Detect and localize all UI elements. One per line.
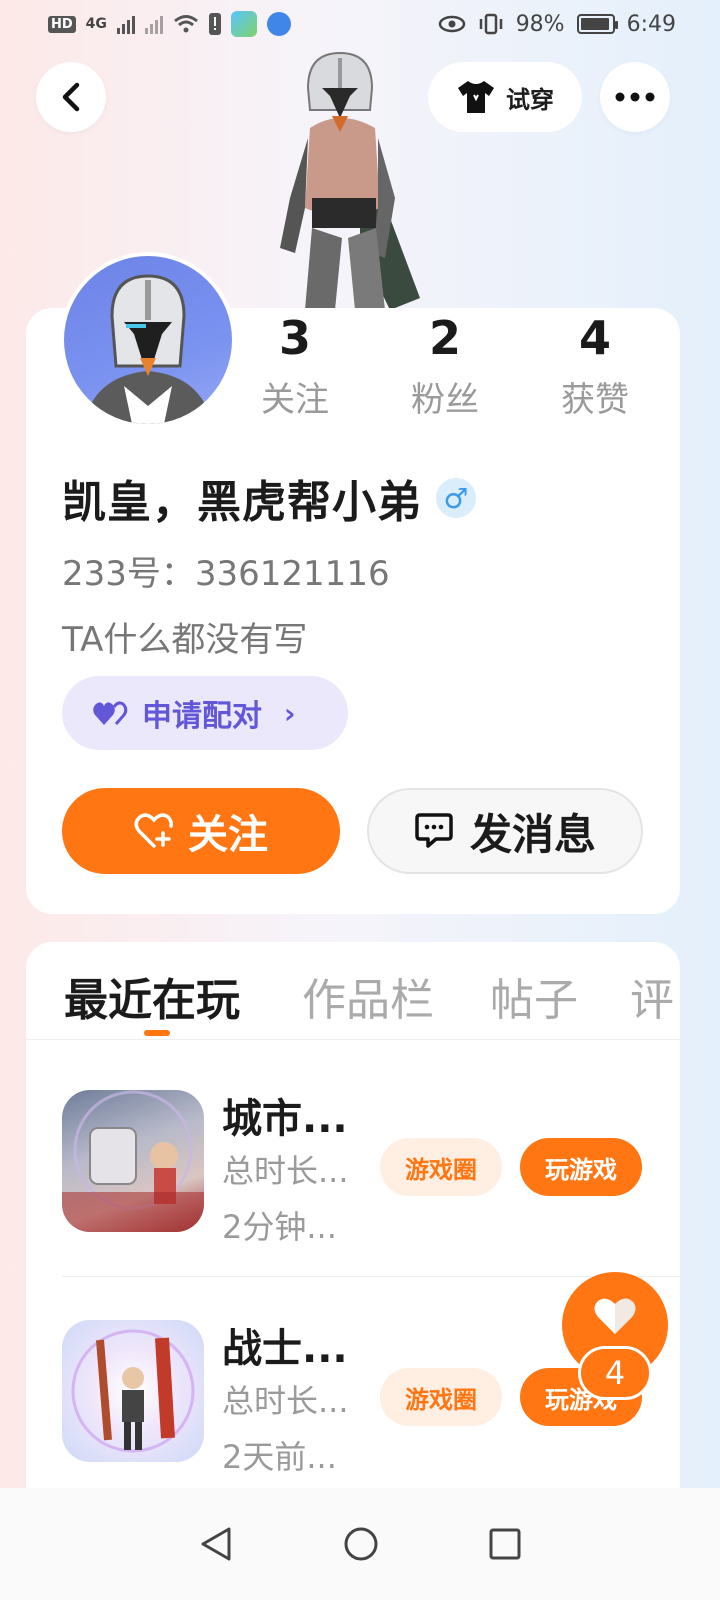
list-item[interactable]: 城市... 总时长... 2分钟... 游戏圈 玩游戏 <box>62 1090 680 1260</box>
back-button[interactable] <box>36 62 106 132</box>
eye-icon <box>438 15 465 33</box>
game-circle-button[interactable]: 游戏圈 <box>380 1138 502 1196</box>
fans-label: 粉丝 <box>411 380 479 420</box>
game-title: 战士... <box>222 1326 348 1372</box>
following-label: 关注 <box>261 380 329 420</box>
pair-label: 申请配对 <box>142 699 262 734</box>
user-id[interactable]: 233号：336121116 <box>62 546 390 595</box>
likes-label: 获赞 <box>561 380 629 420</box>
status-left: HD 4G <box>48 11 291 37</box>
nav-back-icon[interactable] <box>199 1526 233 1562</box>
game-circle-button[interactable]: 游戏圈 <box>380 1368 502 1426</box>
game-art-icon <box>71 1329 195 1453</box>
app-notification-icon <box>230 11 257 37</box>
nickname-row: 凯皇，黑虎帮小弟 ♂ <box>62 466 476 530</box>
tab-recent-play[interactable]: 最近在玩 <box>64 964 240 1028</box>
wifi-icon <box>173 15 198 33</box>
tab-works[interactable]: 作品栏 <box>302 964 434 1028</box>
back-arrow-icon <box>62 82 80 112</box>
nav-home-icon[interactable] <box>343 1526 379 1562</box>
tab-reviews[interactable]: 评 <box>630 964 674 1028</box>
stat-likes[interactable]: 4 获赞 <box>520 310 670 421</box>
stat-following[interactable]: 3 关注 <box>220 310 370 421</box>
follow-button[interactable]: 关注 <box>62 788 340 874</box>
more-button[interactable] <box>600 62 670 132</box>
message-label: 发消息 <box>469 809 596 859</box>
alert-icon <box>208 13 221 35</box>
pair-request-button[interactable]: 申请配对 › <box>62 676 348 750</box>
tab-bar: 最近在玩 作品栏 帖子 评 <box>26 942 680 1040</box>
heart-plus-icon <box>134 813 173 848</box>
more-dots-icon <box>615 92 655 102</box>
battery-icon <box>576 14 618 34</box>
avatar-character-icon <box>84 274 212 424</box>
vibrate-icon <box>479 13 502 35</box>
avatar-image <box>64 256 232 424</box>
game-thumbnail[interactable] <box>62 1320 204 1462</box>
content-card: 最近在玩 作品栏 帖子 评 城市... 总时长... 2分钟... 游戏圈 玩游… <box>26 942 680 1502</box>
character-illustration <box>280 51 420 310</box>
game-playtime-label: 总时长... <box>222 1382 349 1420</box>
network-type: 4G <box>85 16 107 32</box>
message-button[interactable]: 发消息 <box>367 788 643 874</box>
game-art-icon <box>62 1090 204 1232</box>
tshirt-icon <box>458 81 494 113</box>
double-heart-icon <box>93 701 128 725</box>
stat-fans[interactable]: 2 粉丝 <box>370 310 520 421</box>
status-bar: HD 4G 98% 6:49 <box>0 0 720 48</box>
heart-icon <box>594 1298 636 1334</box>
divider <box>62 1276 680 1277</box>
nav-recent-icon[interactable] <box>489 1528 521 1560</box>
game-playtime-value: 2分钟... <box>222 1208 337 1246</box>
likes-count: 4 <box>578 311 611 365</box>
stats-row: 3 关注 2 粉丝 4 获赞 <box>220 310 670 421</box>
tryon-label: 试穿 <box>506 85 554 114</box>
bio: TA什么都没有写 <box>62 620 308 660</box>
signal-icon <box>116 14 135 34</box>
fans-count: 2 <box>428 311 461 365</box>
chevron-right-icon: › <box>284 696 296 730</box>
like-count-badge: 4 <box>578 1346 652 1400</box>
system-nav-bar <box>0 1488 720 1600</box>
play-game-button[interactable]: 玩游戏 <box>520 1138 642 1196</box>
status-right: 98% 6:49 <box>438 12 676 37</box>
chat-bubble-icon <box>415 813 453 848</box>
tab-posts[interactable]: 帖子 <box>490 964 578 1028</box>
tryon-button[interactable]: 试穿 <box>428 62 582 132</box>
clock: 6:49 <box>626 11 676 37</box>
game-playtime-label: 总时长... <box>222 1152 349 1190</box>
male-gender-icon: ♂ <box>436 478 476 518</box>
nickname: 凯皇，黑虎帮小弟 <box>62 477 422 528</box>
game-last-played: 2天前... <box>222 1438 337 1476</box>
tab-indicator <box>144 1030 170 1036</box>
following-count: 3 <box>278 311 311 365</box>
battery-percent: 98% <box>515 11 565 37</box>
game-title: 城市... <box>222 1096 348 1142</box>
game-thumbnail[interactable] <box>62 1090 204 1232</box>
browser-notification-icon <box>266 12 291 36</box>
hd-badge: HD <box>48 15 76 33</box>
follow-label: 关注 <box>188 812 268 858</box>
signal-2-icon <box>144 14 163 34</box>
avatar[interactable] <box>60 252 236 428</box>
